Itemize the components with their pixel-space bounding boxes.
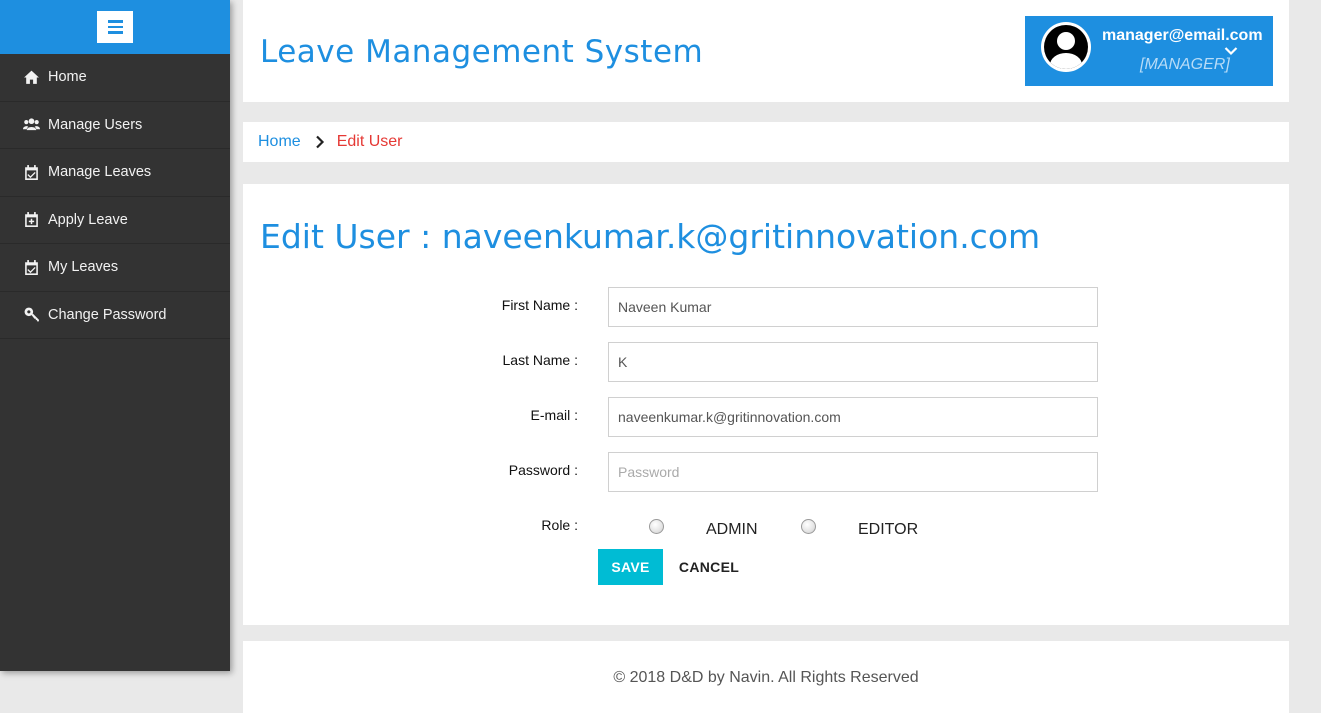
save-button[interactable]: SAVE	[598, 549, 663, 585]
email-field[interactable]	[608, 397, 1098, 437]
role-label: Role :	[541, 517, 578, 533]
password-field[interactable]	[608, 452, 1098, 492]
first-name-row: First Name :	[243, 287, 1289, 327]
breadcrumb-home-link[interactable]: Home	[258, 133, 301, 151]
sidebar-item-label: Manage Leaves	[48, 164, 152, 181]
role-admin-radio[interactable]	[649, 519, 664, 534]
password-row: Password :	[243, 452, 1289, 492]
breadcrumb: Home Edit User	[243, 122, 1289, 162]
password-label: Password :	[508, 462, 578, 478]
sidebar-item-manage-leaves[interactable]: Manage Leaves	[0, 149, 230, 197]
email-label: E-mail :	[530, 407, 578, 423]
sidebar-item-manage-users[interactable]: Manage Users	[0, 102, 230, 149]
chevron-right-icon	[315, 135, 324, 149]
role-editor-label[interactable]: EDITOR	[858, 521, 918, 539]
role-row: Role : ADMIN EDITOR	[243, 507, 1289, 547]
app-title: Leave Management System	[260, 34, 704, 70]
email-row: E-mail :	[243, 397, 1289, 437]
chevron-down-icon[interactable]	[1224, 46, 1238, 56]
sidebar-item-apply-leave[interactable]: Apply Leave	[0, 197, 230, 244]
role-admin-label[interactable]: ADMIN	[706, 521, 758, 539]
hamburger-menu-icon[interactable]	[97, 11, 133, 43]
user-email: manager@email.com	[1102, 27, 1263, 44]
edit-user-card: Edit User : naveenkumar.k@gritinnovation…	[243, 184, 1289, 625]
home-icon	[24, 70, 39, 84]
users-icon	[23, 118, 40, 131]
role-editor-radio[interactable]	[801, 519, 816, 534]
sidebar-item-home[interactable]: Home	[0, 54, 230, 102]
calendar-check-icon	[25, 259, 38, 275]
first-name-label: First Name :	[501, 297, 578, 313]
last-name-label: Last Name :	[502, 352, 578, 368]
cancel-button[interactable]: CANCEL	[671, 549, 747, 585]
sidebar-item-my-leaves[interactable]: My Leaves	[0, 244, 230, 292]
sidebar-item-label: Change Password	[48, 306, 167, 323]
page-title: Edit User : naveenkumar.k@gritinnovation…	[260, 217, 1041, 256]
calendar-check-icon	[25, 164, 38, 180]
first-name-field[interactable]	[608, 287, 1098, 327]
copyright-text: © 2018 D&D by Navin. All Rights Reserved	[613, 669, 919, 686]
footer: © 2018 D&D by Navin. All Rights Reserved	[243, 641, 1289, 713]
last-name-field[interactable]	[608, 342, 1098, 382]
user-menu[interactable]: manager@email.com [MANAGER]	[1025, 16, 1273, 86]
user-role: [MANAGER]	[1140, 56, 1230, 73]
last-name-row: Last Name :	[243, 342, 1289, 382]
breadcrumb-current: Edit User	[336, 133, 403, 150]
calendar-plus-icon	[25, 212, 38, 228]
key-icon	[24, 307, 39, 322]
user-avatar-icon	[1041, 22, 1091, 72]
sidebar-item-change-password[interactable]: Change Password	[0, 292, 230, 339]
sidebar: Home Manage Users Manage Leaves Apply Le…	[0, 0, 230, 671]
sidebar-item-label: Home	[48, 69, 87, 86]
sidebar-header	[0, 0, 230, 54]
top-header: Leave Management System manager@email.co…	[243, 0, 1289, 102]
sidebar-item-label: Apply Leave	[48, 211, 128, 228]
sidebar-item-label: My Leaves	[48, 259, 119, 276]
sidebar-item-label: Manage Users	[48, 116, 143, 133]
